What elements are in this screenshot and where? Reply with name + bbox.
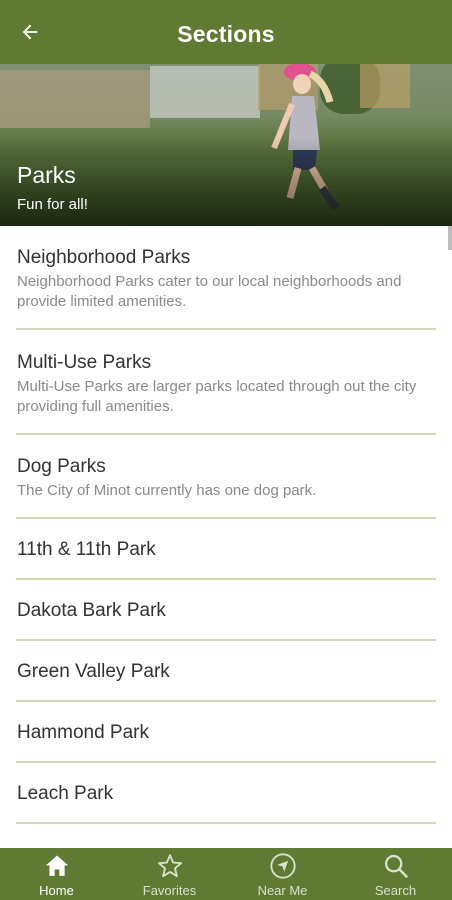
navigation-icon: [269, 853, 296, 879]
list-item[interactable]: Hammond Park: [16, 702, 436, 763]
nav-home[interactable]: Home: [0, 848, 113, 900]
nav-search-label: Search: [374, 883, 417, 898]
list-item-title: Multi-Use Parks: [17, 352, 152, 373]
list-item[interactable]: Neighborhood Parks Neighborhood Parks ca…: [16, 226, 436, 330]
list-item-title: Dog Parks: [17, 456, 106, 477]
hero-title: Parks: [17, 162, 76, 188]
page-title: Sections: [177, 21, 275, 47]
list-item-title: Hammond Park: [17, 722, 149, 743]
hero-subtitle: Fun for all!: [17, 196, 88, 213]
list-item-title: Dakota Bark Park: [17, 600, 166, 621]
list-item[interactable]: Multi-Use Parks Multi-Use Parks are larg…: [16, 330, 436, 435]
list-item-description: The City of Minot currently has one dog …: [17, 482, 317, 499]
sections-list: Neighborhood Parks Neighborhood Parks ca…: [0, 226, 452, 824]
nav-search[interactable]: Search: [339, 848, 452, 900]
list-item-description: Neighborhood Parks cater to our local ne…: [17, 273, 402, 310]
list-item-title: 11th & 11th Park: [17, 539, 156, 560]
app-bar: Sections: [0, 0, 452, 64]
hero-banner[interactable]: Parks Fun for all!: [0, 64, 452, 226]
nav-home-label: Home: [39, 883, 74, 898]
list-item[interactable]: Dog Parks The City of Minot currently ha…: [16, 435, 436, 519]
list-item-title: Leach Park: [17, 783, 114, 804]
list-item-title: Green Valley Park: [17, 661, 170, 682]
nav-favorites-label: Favorites: [142, 883, 197, 898]
nav-near-me-label: Near Me: [257, 883, 308, 898]
search-icon: [384, 854, 408, 878]
list-item[interactable]: Leach Park: [16, 763, 436, 824]
nav-near-me[interactable]: Near Me: [226, 848, 339, 900]
list-item[interactable]: Green Valley Park: [16, 641, 436, 702]
bottom-navigation: Home Favorites Near Me Search: [0, 848, 452, 900]
list-item-title: Neighborhood Parks: [17, 247, 191, 268]
home-icon: [45, 855, 68, 876]
list-item-description: Multi-Use Parks are larger parks located…: [17, 378, 417, 415]
star-icon: [157, 854, 182, 878]
nav-favorites[interactable]: Favorites: [113, 848, 226, 900]
list-item[interactable]: 11th & 11th Park: [16, 519, 436, 580]
list-item[interactable]: Dakota Bark Park: [16, 580, 436, 641]
